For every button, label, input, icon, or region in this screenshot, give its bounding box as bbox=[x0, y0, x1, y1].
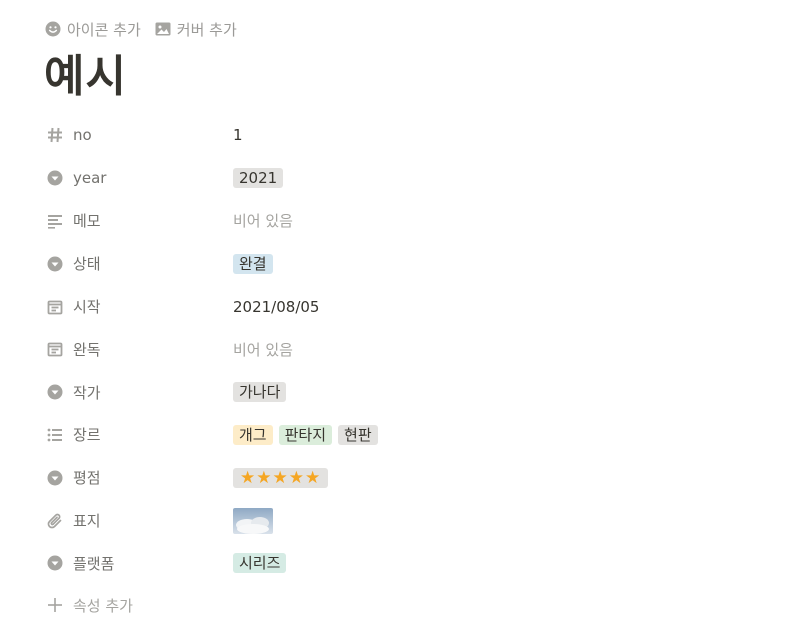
plus-icon bbox=[45, 595, 65, 615]
add-cover-button[interactable]: 커버 추가 bbox=[155, 19, 237, 40]
property-row-author: 작가 가나다 bbox=[45, 371, 785, 414]
hash-icon bbox=[45, 125, 65, 145]
property-value-memo[interactable]: 비어 있음 bbox=[233, 200, 293, 243]
add-icon-label: 아이콘 추가 bbox=[67, 20, 141, 39]
cover-thumbnail[interactable] bbox=[233, 507, 273, 534]
multi-select-icon bbox=[45, 425, 65, 445]
property-value-author[interactable]: 가나다 bbox=[233, 371, 287, 414]
property-value-status[interactable]: 완결 bbox=[233, 242, 273, 285]
select-tag: 완결 bbox=[233, 253, 273, 274]
property-label: no bbox=[73, 126, 92, 145]
calendar-icon bbox=[45, 297, 65, 317]
property-row-platform: 플랫폼 시리즈 bbox=[45, 542, 785, 585]
empty-placeholder: 비어 있음 bbox=[233, 212, 293, 231]
property-row-cover: 표지 bbox=[45, 499, 785, 542]
property-row-rating: 평점 ★★★★★ bbox=[45, 456, 785, 499]
property-name-status[interactable]: 상태 bbox=[45, 242, 225, 285]
property-name-start[interactable]: 시작 bbox=[45, 285, 225, 328]
property-label: 작가 bbox=[73, 383, 101, 402]
add-property-button[interactable]: 속성 추가 bbox=[45, 592, 133, 618]
add-icon-button[interactable]: 아이콘 추가 bbox=[45, 19, 141, 40]
select-tag: 2021 bbox=[233, 168, 284, 189]
property-name-memo[interactable]: 메모 bbox=[45, 200, 225, 243]
property-label: 장르 bbox=[73, 426, 101, 445]
property-row-start: 시작 2021/08/05 bbox=[45, 285, 785, 328]
property-value-start[interactable]: 2021/08/05 bbox=[233, 285, 319, 328]
image-icon bbox=[155, 22, 171, 36]
property-name-cover[interactable]: 표지 bbox=[45, 499, 225, 542]
multi-select-tag: 판타지 bbox=[278, 424, 333, 445]
property-value-cover[interactable] bbox=[233, 499, 273, 542]
property-row-finish: 완독 비어 있음 bbox=[45, 328, 785, 371]
property-value-rating[interactable]: ★★★★★ bbox=[233, 456, 329, 499]
property-row-year: year 2021 bbox=[45, 157, 785, 200]
add-cover-label: 커버 추가 bbox=[176, 20, 237, 39]
property-value-finish[interactable]: 비어 있음 bbox=[233, 328, 293, 371]
select-icon bbox=[45, 254, 65, 274]
property-list: no 1 year 2021 메모 비어 있음 상태 완결 시작 2021/08… bbox=[45, 114, 785, 585]
date-value: 2021/08/05 bbox=[233, 297, 320, 316]
paperclip-icon bbox=[45, 511, 65, 531]
text-icon bbox=[45, 211, 65, 231]
property-row-genre: 장르 개그 판타지 현판 bbox=[45, 414, 785, 457]
select-icon bbox=[45, 168, 65, 188]
number-value: 1 bbox=[233, 126, 243, 145]
property-name-year[interactable]: year bbox=[45, 157, 225, 200]
property-name-no[interactable]: no bbox=[45, 114, 225, 157]
property-label: 메모 bbox=[73, 212, 101, 231]
multi-select-tag: 개그 bbox=[233, 424, 273, 445]
calendar-icon bbox=[45, 339, 65, 359]
property-label: year bbox=[73, 169, 107, 188]
property-label: 상태 bbox=[73, 255, 101, 274]
property-value-platform[interactable]: 시리즈 bbox=[233, 542, 287, 585]
select-icon bbox=[45, 553, 65, 573]
property-row-memo: 메모 비어 있음 bbox=[45, 200, 785, 243]
property-value-no[interactable]: 1 bbox=[233, 114, 243, 157]
page-controls: 아이콘 추가 커버 추가 bbox=[45, 18, 237, 40]
property-name-platform[interactable]: 플랫폼 bbox=[45, 542, 225, 585]
property-row-status: 상태 완결 bbox=[45, 242, 785, 285]
select-tag: 시리즈 bbox=[233, 553, 287, 574]
multi-select-tag: 현판 bbox=[338, 424, 378, 445]
select-icon bbox=[45, 468, 65, 488]
property-name-author[interactable]: 작가 bbox=[45, 371, 225, 414]
property-value-genre[interactable]: 개그 판타지 현판 bbox=[233, 414, 378, 457]
property-label: 플랫폼 bbox=[73, 554, 115, 573]
star-rating-tag: ★★★★★ bbox=[233, 467, 329, 488]
select-tag: 가나다 bbox=[233, 382, 287, 403]
property-value-year[interactable]: 2021 bbox=[233, 157, 284, 200]
page-title[interactable]: 예시 bbox=[44, 47, 127, 107]
smiley-icon bbox=[45, 21, 61, 37]
property-label: 평점 bbox=[73, 469, 101, 488]
property-label: 시작 bbox=[73, 298, 101, 317]
add-property-label: 속성 추가 bbox=[73, 596, 133, 615]
empty-placeholder: 비어 있음 bbox=[233, 340, 293, 359]
property-label: 완독 bbox=[73, 340, 101, 359]
property-name-genre[interactable]: 장르 bbox=[45, 414, 225, 457]
property-name-rating[interactable]: 평점 bbox=[45, 456, 225, 499]
property-label: 표지 bbox=[73, 512, 101, 531]
property-name-finish[interactable]: 완독 bbox=[45, 328, 225, 371]
select-icon bbox=[45, 382, 65, 402]
property-row-no: no 1 bbox=[45, 114, 785, 157]
